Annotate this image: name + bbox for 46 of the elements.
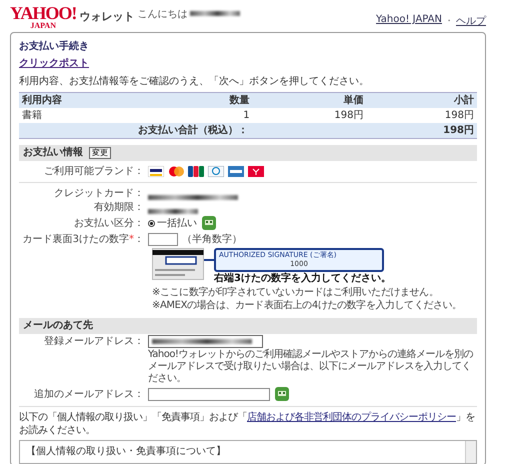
illustration-caption: 右端3けたの数字を入力してください。 bbox=[214, 272, 391, 286]
table-cell: 198円 bbox=[252, 108, 366, 123]
total-label: お支払い合計（税込）： bbox=[19, 123, 366, 138]
robot-icon bbox=[274, 386, 290, 402]
column-header: 単価 bbox=[252, 92, 366, 108]
privacy-text: 以下の「個人情報の取り扱い」「免責事項」および「店舗および各非営利団体のプライバシーポリシー」をお読みください。 bbox=[19, 411, 476, 437]
field-label: お支払い区分： bbox=[73, 216, 144, 230]
change-button[interactable]: 変更 bbox=[89, 147, 111, 159]
column-header: 小計 bbox=[366, 92, 477, 108]
field-label: クレジットカード： bbox=[53, 187, 144, 200]
greeting-text: こんにちは bbox=[137, 8, 188, 21]
section-heading: メールのあて先 bbox=[23, 319, 93, 333]
table-cell: 書籍 bbox=[19, 108, 168, 123]
help-text: Yahoo!ウォレットからのご利用確認メールやストアからの連絡メールを別のメールアドレスで受け取りたい場合は、以下にメールアドレスを入力してください。 bbox=[148, 349, 474, 385]
field-label: 有効期限： bbox=[93, 201, 144, 214]
field-label: ご利用可能ブランド： bbox=[43, 165, 144, 178]
scrollbar[interactable] bbox=[465, 441, 476, 463]
service-name: ウォレット bbox=[79, 9, 134, 24]
field-label: 登録メールアドレス： bbox=[43, 335, 144, 348]
field-label: 追加のメールアドレス： bbox=[33, 388, 144, 400]
card-back-drawing bbox=[152, 248, 204, 280]
table-cell: 1 bbox=[168, 108, 253, 123]
column-header: 利用内容 bbox=[19, 92, 168, 108]
separator: ・ bbox=[444, 15, 454, 28]
page-title: お支払い手続き bbox=[19, 40, 90, 54]
terms-heading: 【個人情報の取り扱い・免責事項について】 bbox=[25, 444, 227, 459]
blurred-text bbox=[190, 11, 240, 16]
email-field[interactable] bbox=[148, 388, 270, 400]
note-text: ※ここに数字が印字されていないカードはご利用いただけません。 bbox=[152, 286, 440, 299]
privacy-policy-link[interactable]: 店舗および各非営利団体のプライバシーポリシー bbox=[247, 412, 456, 423]
header-link[interactable]: ヘルプ bbox=[456, 14, 486, 28]
instruction-text: 利用内容、お支払情報等をご確認のうえ、「次へ」ボタンを押してください。 bbox=[19, 75, 370, 89]
logo[interactable]: YAHOO! JAPAN bbox=[10, 4, 76, 30]
total-amount: 198円 bbox=[366, 123, 477, 138]
note-text: ※AMEXの場合は、カード表面右上の4けたの数字を入力してください。 bbox=[152, 299, 463, 312]
robot-icon bbox=[201, 215, 217, 231]
radio-option[interactable]: 一括払い bbox=[148, 216, 197, 230]
input-hint: （半角数字） bbox=[182, 232, 242, 246]
service-link[interactable]: クリックポスト bbox=[19, 57, 477, 71]
column-header: 数量 bbox=[168, 92, 253, 108]
section-heading: お支払い情報 bbox=[23, 146, 83, 160]
table-cell: 198円 bbox=[366, 108, 477, 123]
header-link[interactable]: Yahoo! JAPAN bbox=[376, 14, 442, 28]
security-code-field[interactable] bbox=[148, 232, 178, 246]
blurred-text bbox=[148, 208, 198, 214]
field-label: カード裏面3けたの数字*： bbox=[22, 232, 144, 246]
